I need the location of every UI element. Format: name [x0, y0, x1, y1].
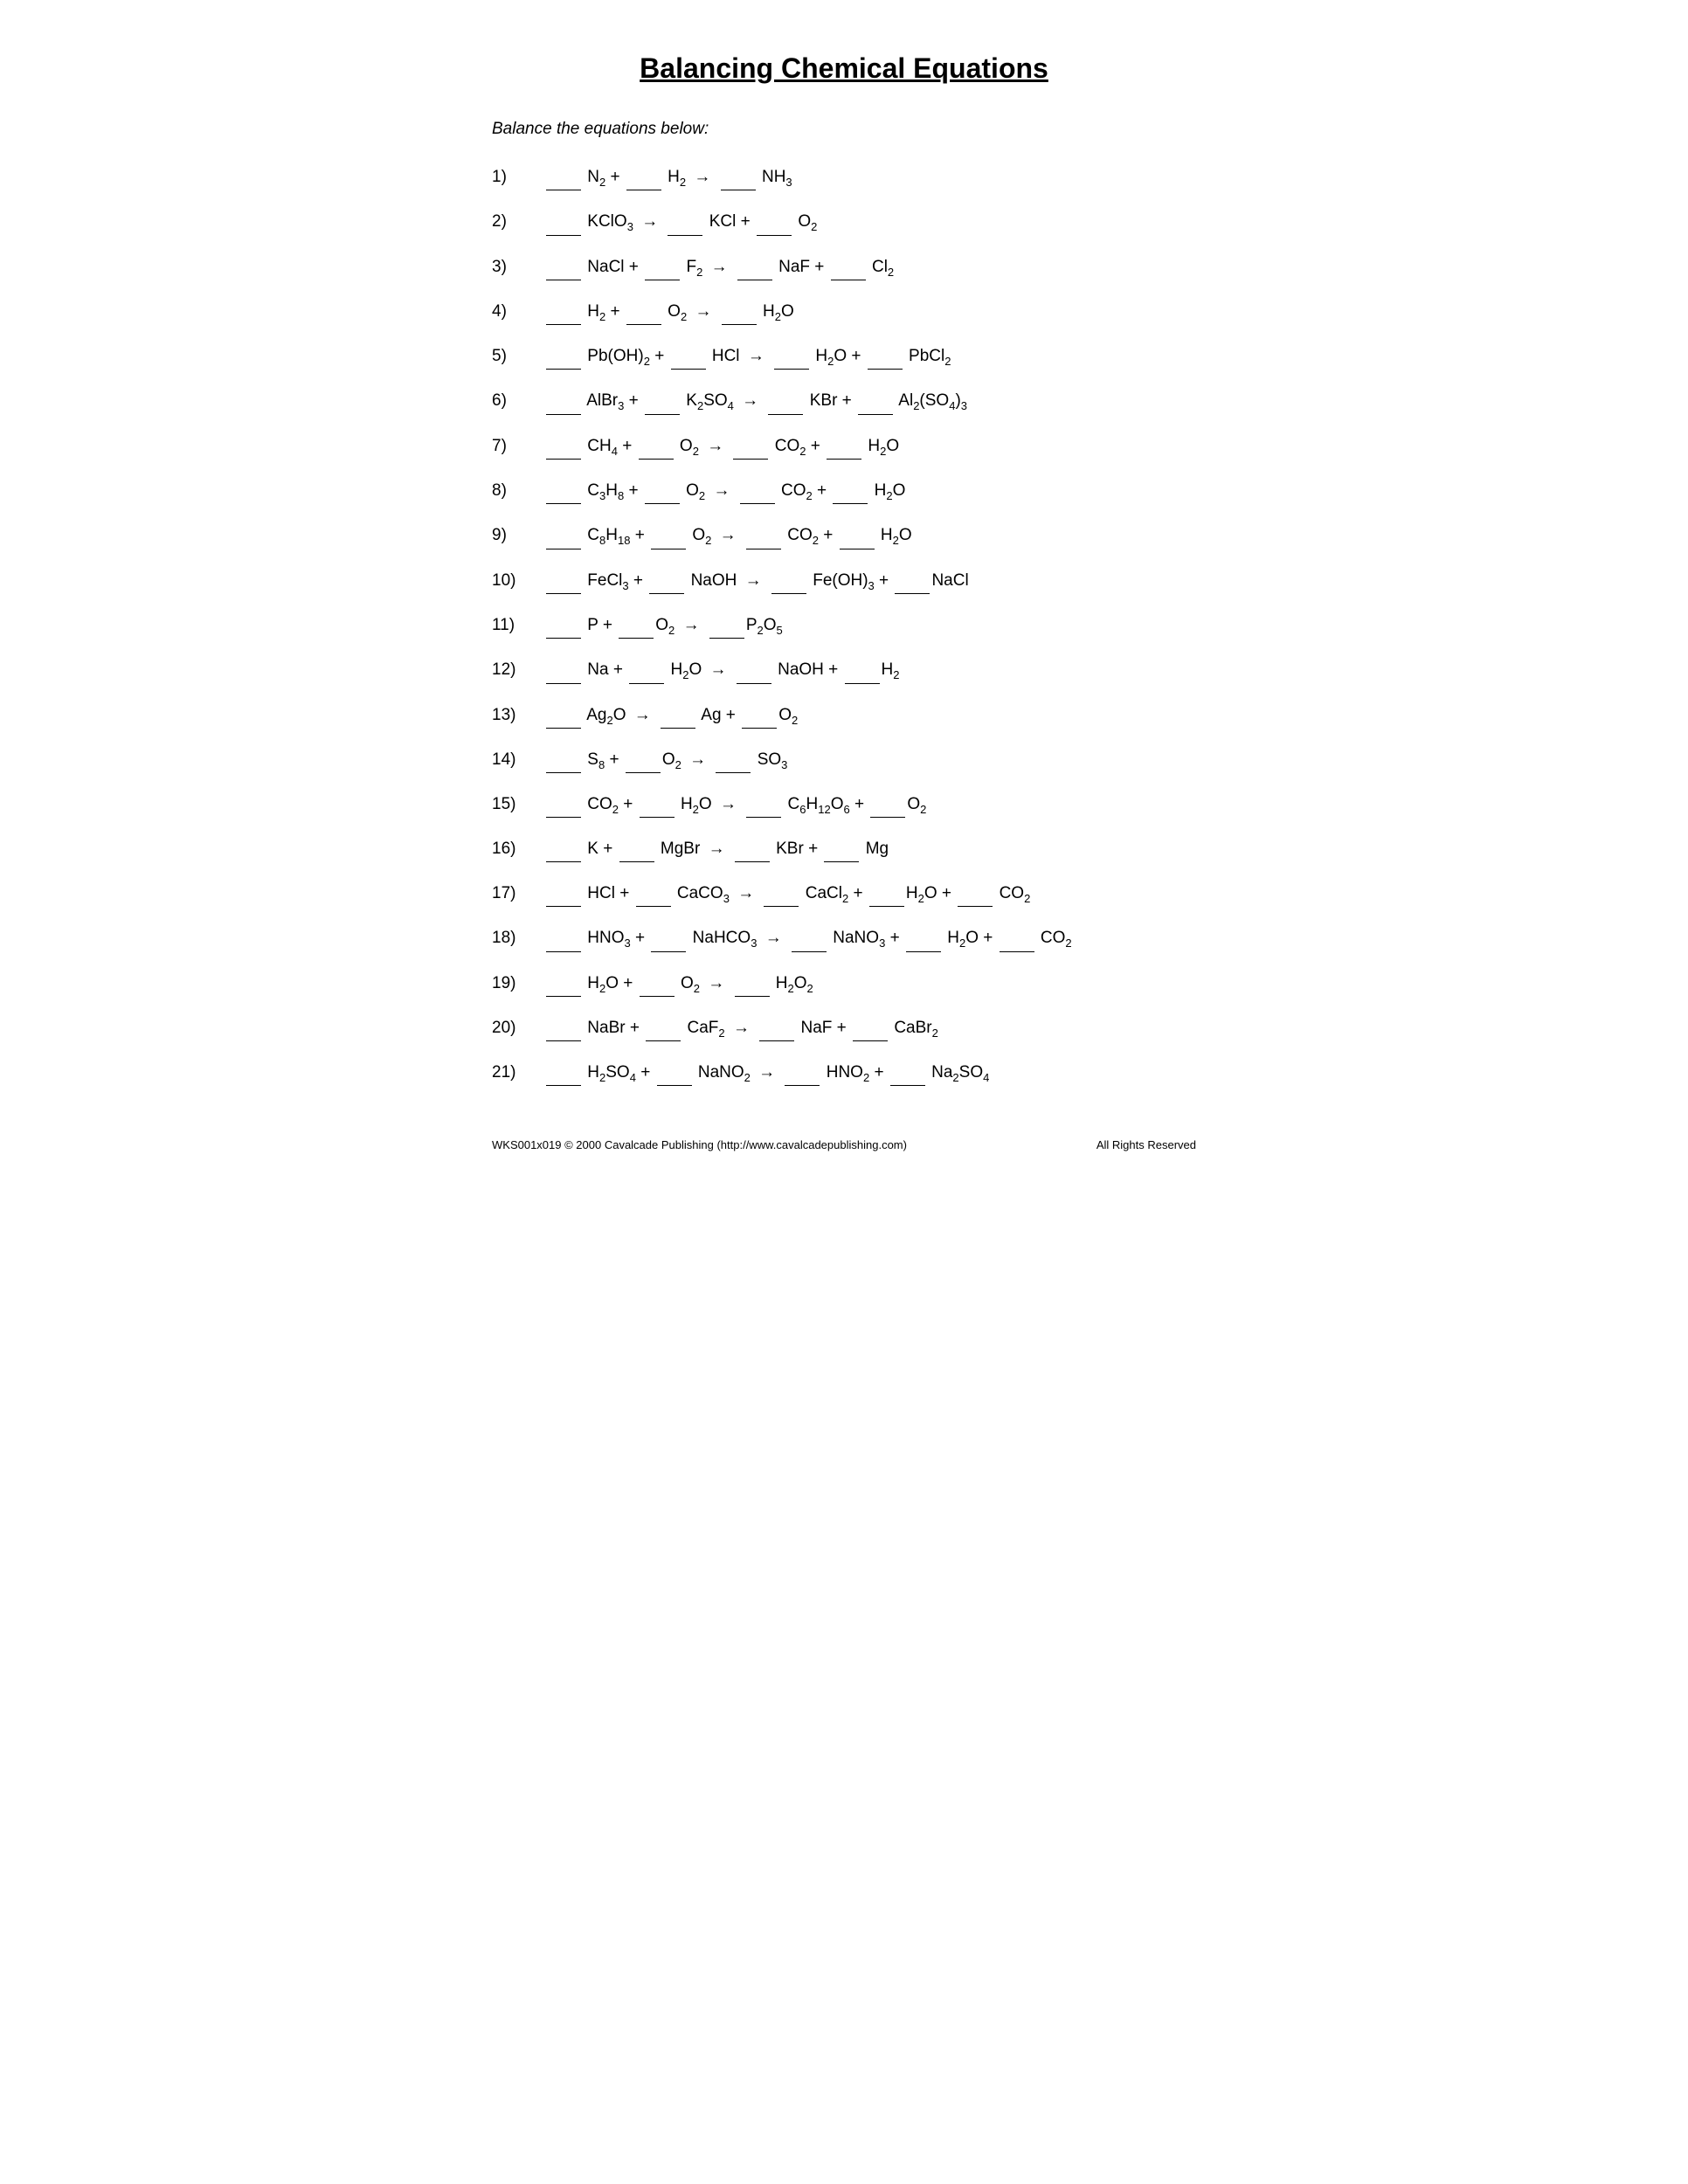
equation-number: 20): [492, 1016, 544, 1041]
equation-item: 18) HNO3 + NaHCO3 → NaNO3 + H2O + CO2: [492, 926, 1196, 951]
equation-content: CH4 + O2 → CO2 + H2O: [544, 434, 1196, 460]
equation-content: FeCl3 + NaOH → Fe(OH)3 + NaCl: [544, 569, 1196, 594]
equation-content: H2 + O2 → H2O: [544, 300, 1196, 325]
equation-content: Na + H2O → NaOH + H2: [544, 658, 1196, 683]
equation-number: 1): [492, 165, 544, 190]
equation-item: 11) P + O2 → P2O5: [492, 613, 1196, 639]
equation-item: 8) C3H8 + O2 → CO2 + H2O: [492, 479, 1196, 504]
equation-content: AlBr3 + K2SO4 → KBr + Al2(SO4)3: [544, 389, 1196, 414]
equation-content: S8 + O2 → SO3: [544, 748, 1196, 773]
equation-number: 3): [492, 255, 544, 280]
equations-list: 1) N2 + H2 → NH32) KClO3 → KCl + O23) Na…: [492, 165, 1196, 1086]
equation-content: Ag2O → Ag + O2: [544, 703, 1196, 729]
equation-item: 16) K + MgBr → KBr + Mg: [492, 837, 1196, 862]
equation-content: C8H18 + O2 → CO2 + H2O: [544, 523, 1196, 549]
instructions: Balance the equations below:: [492, 120, 1196, 139]
equation-content: N2 + H2 → NH3: [544, 165, 1196, 190]
equation-number: 2): [492, 210, 544, 235]
equation-content: CO2 + H2O → C6H12O6 + O2: [544, 792, 1196, 818]
equation-item: 13) Ag2O → Ag + O2: [492, 703, 1196, 729]
equation-number: 17): [492, 881, 544, 907]
equation-number: 14): [492, 748, 544, 773]
equation-number: 8): [492, 479, 544, 504]
equation-content: P + O2 → P2O5: [544, 613, 1196, 639]
equation-number: 19): [492, 971, 544, 997]
equation-number: 15): [492, 792, 544, 818]
equation-number: 11): [492, 613, 544, 639]
equation-item: 17) HCl + CaCO3 → CaCl2 + H2O + CO2: [492, 881, 1196, 907]
footer-right: All Rights Reserved: [1097, 1138, 1196, 1151]
equation-item: 15) CO2 + H2O → C6H12O6 + O2: [492, 792, 1196, 818]
equation-number: 6): [492, 389, 544, 414]
equation-number: 4): [492, 300, 544, 325]
equation-content: H2O + O2 → H2O2: [544, 971, 1196, 997]
equation-number: 16): [492, 837, 544, 862]
footer-left: WKS001x019 © 2000 Cavalcade Publishing (…: [492, 1138, 907, 1151]
equation-item: 1) N2 + H2 → NH3: [492, 165, 1196, 190]
equation-item: 7) CH4 + O2 → CO2 + H2O: [492, 434, 1196, 460]
equation-content: NaBr + CaF2 → NaF + CaBr2: [544, 1016, 1196, 1041]
equation-item: 10) FeCl3 + NaOH → Fe(OH)3 + NaCl: [492, 569, 1196, 594]
equation-number: 13): [492, 703, 544, 729]
equation-number: 18): [492, 926, 544, 951]
equation-item: 12) Na + H2O → NaOH + H2: [492, 658, 1196, 683]
equation-number: 5): [492, 344, 544, 370]
equation-item: 21) H2SO4 + NaNO2 → HNO2 + Na2SO4: [492, 1061, 1196, 1086]
equation-number: 7): [492, 434, 544, 460]
equation-number: 9): [492, 523, 544, 549]
equation-item: 2) KClO3 → KCl + O2: [492, 210, 1196, 235]
equation-content: H2SO4 + NaNO2 → HNO2 + Na2SO4: [544, 1061, 1196, 1086]
equation-number: 10): [492, 569, 544, 594]
equation-number: 12): [492, 658, 544, 683]
equation-item: 14) S8 + O2 → SO3: [492, 748, 1196, 773]
equation-item: 9) C8H18 + O2 → CO2 + H2O: [492, 523, 1196, 549]
equation-item: 20) NaBr + CaF2 → NaF + CaBr2: [492, 1016, 1196, 1041]
equation-content: HNO3 + NaHCO3 → NaNO3 + H2O + CO2: [544, 926, 1196, 951]
equation-item: 6) AlBr3 + K2SO4 → KBr + Al2(SO4)3: [492, 389, 1196, 414]
footer: WKS001x019 © 2000 Cavalcade Publishing (…: [492, 1130, 1196, 1151]
equation-content: C3H8 + O2 → CO2 + H2O: [544, 479, 1196, 504]
equation-item: 3) NaCl + F2 → NaF + Cl2: [492, 255, 1196, 280]
equation-content: Pb(OH)2 + HCl → H2O + PbCl2: [544, 344, 1196, 370]
equation-item: 5) Pb(OH)2 + HCl → H2O + PbCl2: [492, 344, 1196, 370]
equation-number: 21): [492, 1061, 544, 1086]
equation-content: KClO3 → KCl + O2: [544, 210, 1196, 235]
equation-content: NaCl + F2 → NaF + Cl2: [544, 255, 1196, 280]
equation-item: 19) H2O + O2 → H2O2: [492, 971, 1196, 997]
equation-content: HCl + CaCO3 → CaCl2 + H2O + CO2: [544, 881, 1196, 907]
page-title: Balancing Chemical Equations: [492, 52, 1196, 85]
equation-content: K + MgBr → KBr + Mg: [544, 837, 1196, 862]
equation-item: 4) H2 + O2 → H2O: [492, 300, 1196, 325]
